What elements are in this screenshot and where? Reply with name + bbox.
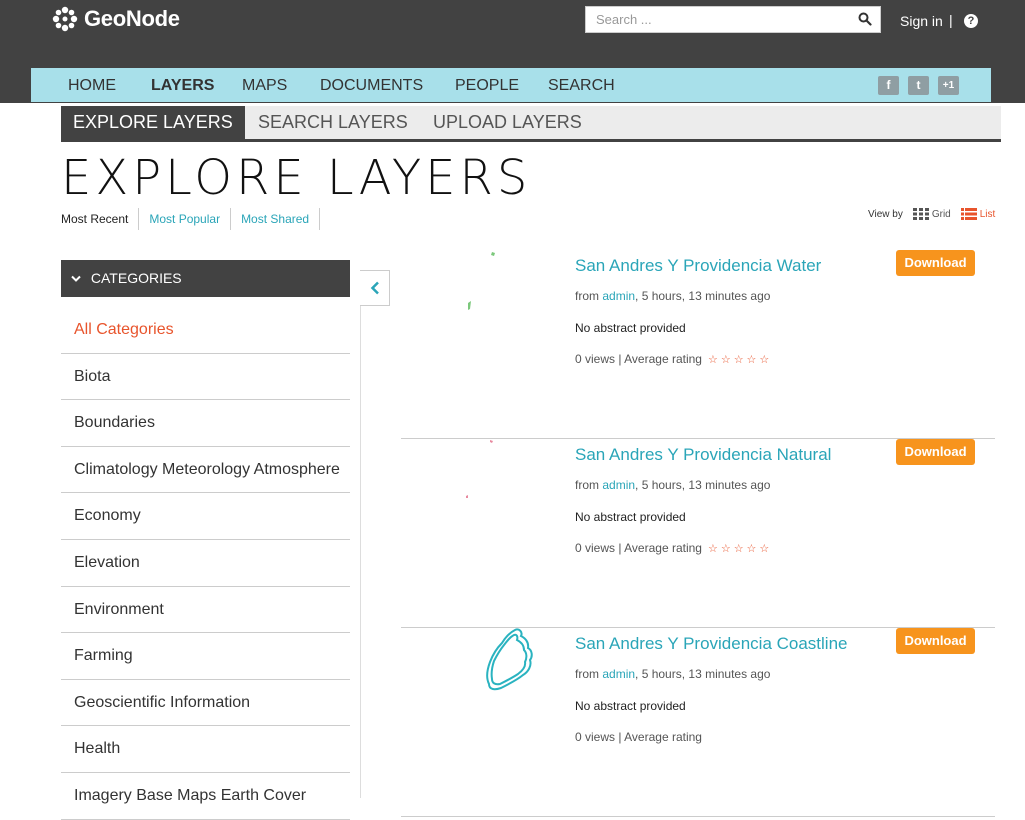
grid-icon bbox=[912, 208, 929, 220]
layer-item: San Andres Y Providencia Coastline Downl… bbox=[401, 628, 995, 817]
sort-most-recent[interactable]: Most Recent bbox=[61, 208, 140, 230]
category-imagery[interactable]: Imagery Base Maps Earth Cover bbox=[61, 773, 350, 820]
view-list-option[interactable]: List bbox=[960, 208, 996, 220]
nav-layers[interactable]: LAYERS bbox=[151, 77, 214, 95]
views-rating: 0 views | Average rating bbox=[575, 541, 702, 555]
categories-header-label: CATEGORIES bbox=[90, 270, 182, 286]
category-elevation[interactable]: Elevation bbox=[61, 540, 350, 587]
sort-most-shared[interactable]: Most Shared bbox=[231, 208, 321, 230]
views-rating: 0 views | Average rating bbox=[575, 352, 702, 366]
view-grid-label: Grid bbox=[931, 208, 951, 220]
categories-header[interactable]: CATEGORIES bbox=[61, 260, 350, 297]
meta-time: , 5 hours, 13 minutes ago bbox=[635, 289, 771, 303]
meta-from: from bbox=[575, 667, 599, 681]
layer-stats: 0 views | Average rating ☆☆☆☆☆ bbox=[575, 352, 772, 366]
twitter-icon[interactable]: t bbox=[908, 76, 929, 95]
thumbnail-shape bbox=[491, 252, 495, 256]
category-boundaries[interactable]: Boundaries bbox=[61, 400, 350, 447]
sort-most-popular[interactable]: Most Popular bbox=[139, 208, 232, 230]
layer-title-link[interactable]: San Andres Y Providencia Natural bbox=[575, 445, 831, 465]
view-by-label: View by bbox=[868, 208, 903, 220]
layer-thumbnail[interactable] bbox=[431, 439, 571, 579]
download-button[interactable]: Download bbox=[896, 439, 975, 465]
layer-stats: 0 views | Average rating bbox=[575, 730, 708, 744]
owner-link[interactable]: admin bbox=[602, 667, 635, 681]
download-button[interactable]: Download bbox=[896, 628, 975, 654]
layer-subtabs: EXPLORE LAYERS SEARCH LAYERS UPLOAD LAYE… bbox=[61, 106, 1001, 142]
search-box bbox=[585, 6, 881, 33]
view-grid-option[interactable]: Grid bbox=[912, 208, 951, 220]
layer-item: San Andres Y Providencia Water Download … bbox=[401, 250, 995, 439]
views-rating: 0 views | Average rating bbox=[575, 730, 702, 744]
tab-search-layers[interactable]: SEARCH LAYERS bbox=[246, 106, 420, 139]
thumbnail-shape bbox=[468, 301, 471, 310]
download-button[interactable]: Download bbox=[896, 250, 975, 276]
sort-links: Most Recent Most Popular Most Shared bbox=[61, 208, 321, 230]
owner-link[interactable]: admin bbox=[602, 478, 635, 492]
brand-name: GeoNode bbox=[84, 6, 180, 31]
nav-documents[interactable]: DOCUMENTS bbox=[320, 77, 423, 95]
rating-stars[interactable]: ☆☆☆☆☆ bbox=[708, 353, 772, 366]
thumbnail-shape bbox=[490, 440, 493, 443]
nav-maps[interactable]: MAPS bbox=[242, 77, 287, 95]
nav-home[interactable]: HOME bbox=[68, 77, 116, 95]
category-all[interactable]: All Categories bbox=[61, 307, 350, 354]
layer-meta: from admin, 5 hours, 13 minutes ago bbox=[575, 478, 770, 492]
chevron-left-icon bbox=[370, 281, 379, 295]
top-header: GeoNode Sign in | ? HOME LAYERS MAPS DOC… bbox=[0, 0, 1025, 103]
sidebar-divider bbox=[360, 270, 361, 798]
category-environment[interactable]: Environment bbox=[61, 587, 350, 634]
header-divider: | bbox=[949, 12, 953, 28]
category-health[interactable]: Health bbox=[61, 726, 350, 773]
meta-from: from bbox=[575, 478, 599, 492]
category-climatology[interactable]: Climatology Meteorology Atmosphere bbox=[61, 447, 350, 494]
category-farming[interactable]: Farming bbox=[61, 633, 350, 680]
view-by: View by Grid List bbox=[868, 208, 995, 220]
layer-abstract: No abstract provided bbox=[575, 510, 686, 524]
layer-abstract: No abstract provided bbox=[575, 321, 686, 335]
list-icon bbox=[960, 208, 977, 220]
main-nav: HOME LAYERS MAPS DOCUMENTS PEOPLE SEARCH… bbox=[31, 68, 991, 102]
tab-upload-layers[interactable]: UPLOAD LAYERS bbox=[421, 106, 594, 139]
category-biota[interactable]: Biota bbox=[61, 354, 350, 401]
layer-meta: from admin, 5 hours, 13 minutes ago bbox=[575, 289, 770, 303]
tab-explore-layers[interactable]: EXPLORE LAYERS bbox=[61, 106, 245, 139]
meta-time: , 5 hours, 13 minutes ago bbox=[635, 478, 771, 492]
facebook-icon[interactable]: f bbox=[878, 76, 899, 95]
category-economy[interactable]: Economy bbox=[61, 493, 350, 540]
layer-thumbnail[interactable] bbox=[431, 628, 571, 768]
layer-stats: 0 views | Average rating ☆☆☆☆☆ bbox=[575, 541, 772, 555]
thumbnail-shape bbox=[466, 495, 468, 498]
owner-link[interactable]: admin bbox=[602, 289, 635, 303]
view-list-label: List bbox=[979, 208, 996, 220]
chevron-down-icon bbox=[71, 260, 81, 297]
help-icon[interactable]: ? bbox=[964, 14, 978, 28]
meta-time: , 5 hours, 13 minutes ago bbox=[635, 667, 771, 681]
meta-from: from bbox=[575, 289, 599, 303]
google-plus-icon[interactable]: +1 bbox=[938, 76, 959, 95]
rating-stars[interactable]: ☆☆☆☆☆ bbox=[708, 542, 772, 555]
page-title: EXPLORE LAYERS bbox=[61, 150, 532, 206]
category-geoscientific[interactable]: Geoscientific Information bbox=[61, 680, 350, 727]
sign-in-link[interactable]: Sign in bbox=[900, 13, 943, 29]
collapse-sidebar-button[interactable] bbox=[360, 270, 390, 306]
layer-meta: from admin, 5 hours, 13 minutes ago bbox=[575, 667, 770, 681]
layer-title-link[interactable]: San Andres Y Providencia Water bbox=[575, 256, 821, 276]
nav-search[interactable]: SEARCH bbox=[548, 77, 615, 95]
search-input[interactable] bbox=[586, 7, 846, 32]
nav-people[interactable]: PEOPLE bbox=[455, 77, 519, 95]
geonode-logo[interactable]: GeoNode bbox=[52, 6, 180, 32]
geonode-logo-icon bbox=[52, 6, 78, 32]
layer-item: San Andres Y Providencia Natural Downloa… bbox=[401, 439, 995, 628]
categories-list: All Categories Biota Boundaries Climatol… bbox=[61, 307, 350, 820]
layer-abstract: No abstract provided bbox=[575, 699, 686, 713]
search-icon[interactable] bbox=[858, 12, 872, 26]
layer-title-link[interactable]: San Andres Y Providencia Coastline bbox=[575, 634, 848, 654]
layer-thumbnail[interactable] bbox=[431, 250, 571, 390]
